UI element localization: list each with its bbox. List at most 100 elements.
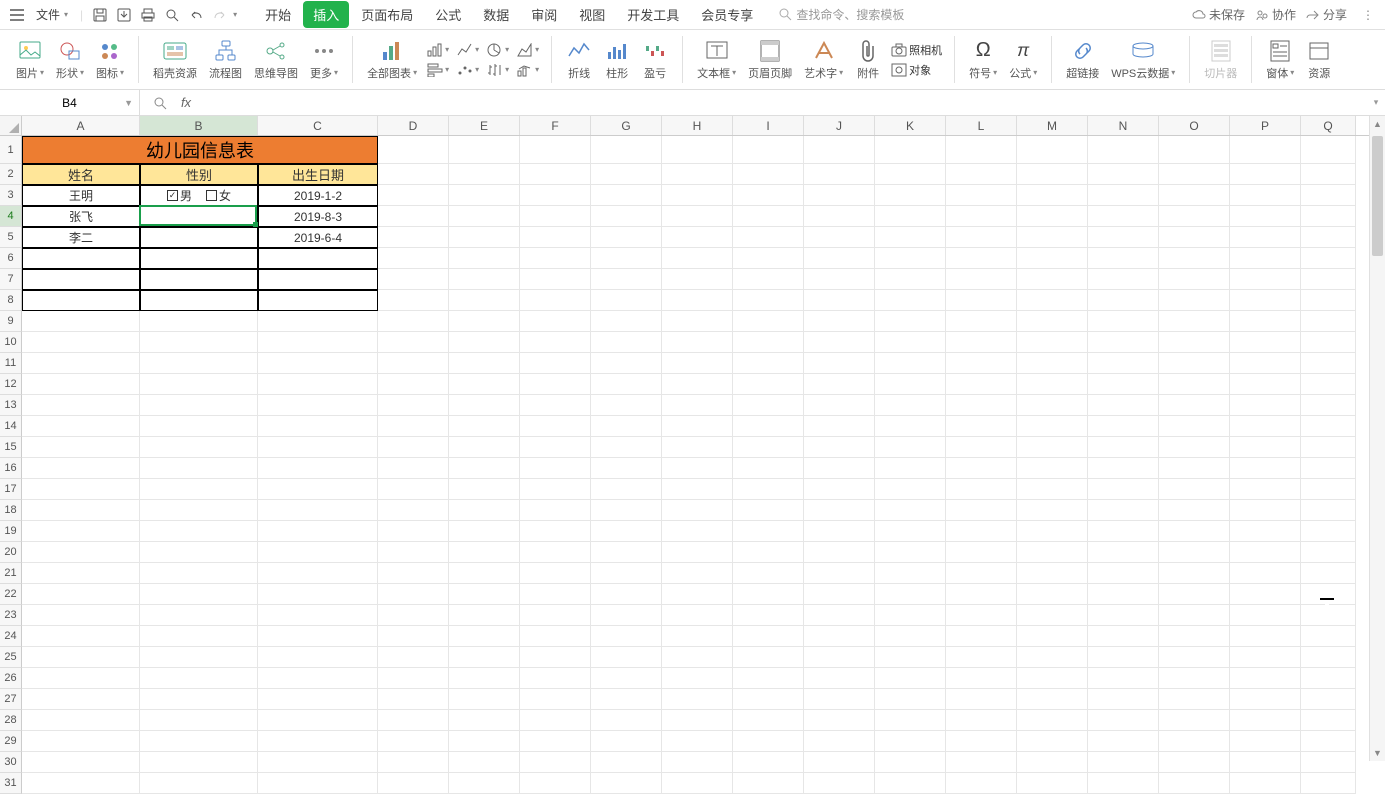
cell-D31[interactable] xyxy=(378,773,449,794)
cell-B10[interactable] xyxy=(140,332,258,353)
cell-F20[interactable] xyxy=(520,542,591,563)
cell-Q1[interactable] xyxy=(1301,136,1356,164)
cell-N2[interactable] xyxy=(1088,164,1159,185)
cell-Q20[interactable] xyxy=(1301,542,1356,563)
cell-K17[interactable] xyxy=(875,479,946,500)
cell-P26[interactable] xyxy=(1230,668,1301,689)
cell-G19[interactable] xyxy=(591,521,662,542)
cell-Q23[interactable] xyxy=(1301,605,1356,626)
cell-C31[interactable] xyxy=(258,773,378,794)
cell-B22[interactable] xyxy=(140,584,258,605)
cell-I9[interactable] xyxy=(733,311,804,332)
row-header-16[interactable]: 16 xyxy=(0,458,22,479)
cell-C10[interactable] xyxy=(258,332,378,353)
cell-B21[interactable] xyxy=(140,563,258,584)
cell-L24[interactable] xyxy=(946,626,1017,647)
cell-H10[interactable] xyxy=(662,332,733,353)
cell-I6[interactable] xyxy=(733,248,804,269)
cell-M26[interactable] xyxy=(1017,668,1088,689)
cell-P25[interactable] xyxy=(1230,647,1301,668)
cell-A12[interactable] xyxy=(22,374,140,395)
cell-C16[interactable] xyxy=(258,458,378,479)
cell-C22[interactable] xyxy=(258,584,378,605)
cell-I25[interactable] xyxy=(733,647,804,668)
cell-B29[interactable] xyxy=(140,731,258,752)
cell-J18[interactable] xyxy=(804,500,875,521)
cell-A8[interactable] xyxy=(22,290,140,311)
cell-P9[interactable] xyxy=(1230,311,1301,332)
row-header-15[interactable]: 15 xyxy=(0,437,22,458)
cell-E14[interactable] xyxy=(449,416,520,437)
cell-O25[interactable] xyxy=(1159,647,1230,668)
cell-P10[interactable] xyxy=(1230,332,1301,353)
cell-H7[interactable] xyxy=(662,269,733,290)
cell-N8[interactable] xyxy=(1088,290,1159,311)
cell-D5[interactable] xyxy=(378,227,449,248)
row-header-19[interactable]: 19 xyxy=(0,521,22,542)
cell-B4[interactable] xyxy=(140,206,258,227)
row-header-31[interactable]: 31 xyxy=(0,773,22,794)
chart-bar[interactable]: ▾ xyxy=(423,41,453,59)
name-box[interactable]: ▼ xyxy=(0,90,140,115)
cell-F31[interactable] xyxy=(520,773,591,794)
cell-M5[interactable] xyxy=(1017,227,1088,248)
cell-B25[interactable] xyxy=(140,647,258,668)
row-header-13[interactable]: 13 xyxy=(0,395,22,416)
cell-H15[interactable] xyxy=(662,437,733,458)
insert-picture[interactable]: 图片▾ xyxy=(10,37,50,83)
qat-dropdown[interactable]: ▾ xyxy=(233,10,237,19)
chart-area[interactable]: ▾ xyxy=(513,41,543,59)
cell-D11[interactable] xyxy=(378,353,449,374)
cell-B19[interactable] xyxy=(140,521,258,542)
row-header-21[interactable]: 21 xyxy=(0,563,22,584)
chart-combo[interactable]: ▾ xyxy=(513,61,543,79)
cell-A20[interactable] xyxy=(22,542,140,563)
cell-H24[interactable] xyxy=(662,626,733,647)
cell-D26[interactable] xyxy=(378,668,449,689)
cell-O12[interactable] xyxy=(1159,374,1230,395)
cell-C18[interactable] xyxy=(258,500,378,521)
cell-A14[interactable] xyxy=(22,416,140,437)
cell-I14[interactable] xyxy=(733,416,804,437)
cell-Q16[interactable] xyxy=(1301,458,1356,479)
cell-L27[interactable] xyxy=(946,689,1017,710)
cell-N28[interactable] xyxy=(1088,710,1159,731)
cell-E2[interactable] xyxy=(449,164,520,185)
cell-H4[interactable] xyxy=(662,206,733,227)
row-header-4[interactable]: 4 xyxy=(0,206,22,227)
cell-H28[interactable] xyxy=(662,710,733,731)
cell-Q22[interactable] xyxy=(1301,584,1356,605)
cell-L31[interactable] xyxy=(946,773,1017,794)
cell-F17[interactable] xyxy=(520,479,591,500)
cell-D23[interactable] xyxy=(378,605,449,626)
cell-F3[interactable] xyxy=(520,185,591,206)
cell-B24[interactable] xyxy=(140,626,258,647)
cell-J11[interactable] xyxy=(804,353,875,374)
cell-B5[interactable] xyxy=(140,227,258,248)
cell-H3[interactable] xyxy=(662,185,733,206)
camera[interactable]: 照相机 xyxy=(887,41,946,59)
cell-K12[interactable] xyxy=(875,374,946,395)
cell-C23[interactable] xyxy=(258,605,378,626)
cell-K29[interactable] xyxy=(875,731,946,752)
cell-C25[interactable] xyxy=(258,647,378,668)
cell-C7[interactable] xyxy=(258,269,378,290)
cell-I28[interactable] xyxy=(733,710,804,731)
cell-D2[interactable] xyxy=(378,164,449,185)
wps-cloud-data[interactable]: WPS云数据▾ xyxy=(1105,37,1181,83)
cell-C3[interactable]: 2019-1-2 xyxy=(258,185,378,206)
cell-C5[interactable]: 2019-6-4 xyxy=(258,227,378,248)
cell-M31[interactable] xyxy=(1017,773,1088,794)
cell-J20[interactable] xyxy=(804,542,875,563)
cell-K24[interactable] xyxy=(875,626,946,647)
cell-I7[interactable] xyxy=(733,269,804,290)
row-header-9[interactable]: 9 xyxy=(0,311,22,332)
cell-F1[interactable] xyxy=(520,136,591,164)
cell-G2[interactable] xyxy=(591,164,662,185)
cell-B8[interactable] xyxy=(140,290,258,311)
cell-I29[interactable] xyxy=(733,731,804,752)
cell-C17[interactable] xyxy=(258,479,378,500)
cell-J22[interactable] xyxy=(804,584,875,605)
cell-E13[interactable] xyxy=(449,395,520,416)
cell-L28[interactable] xyxy=(946,710,1017,731)
